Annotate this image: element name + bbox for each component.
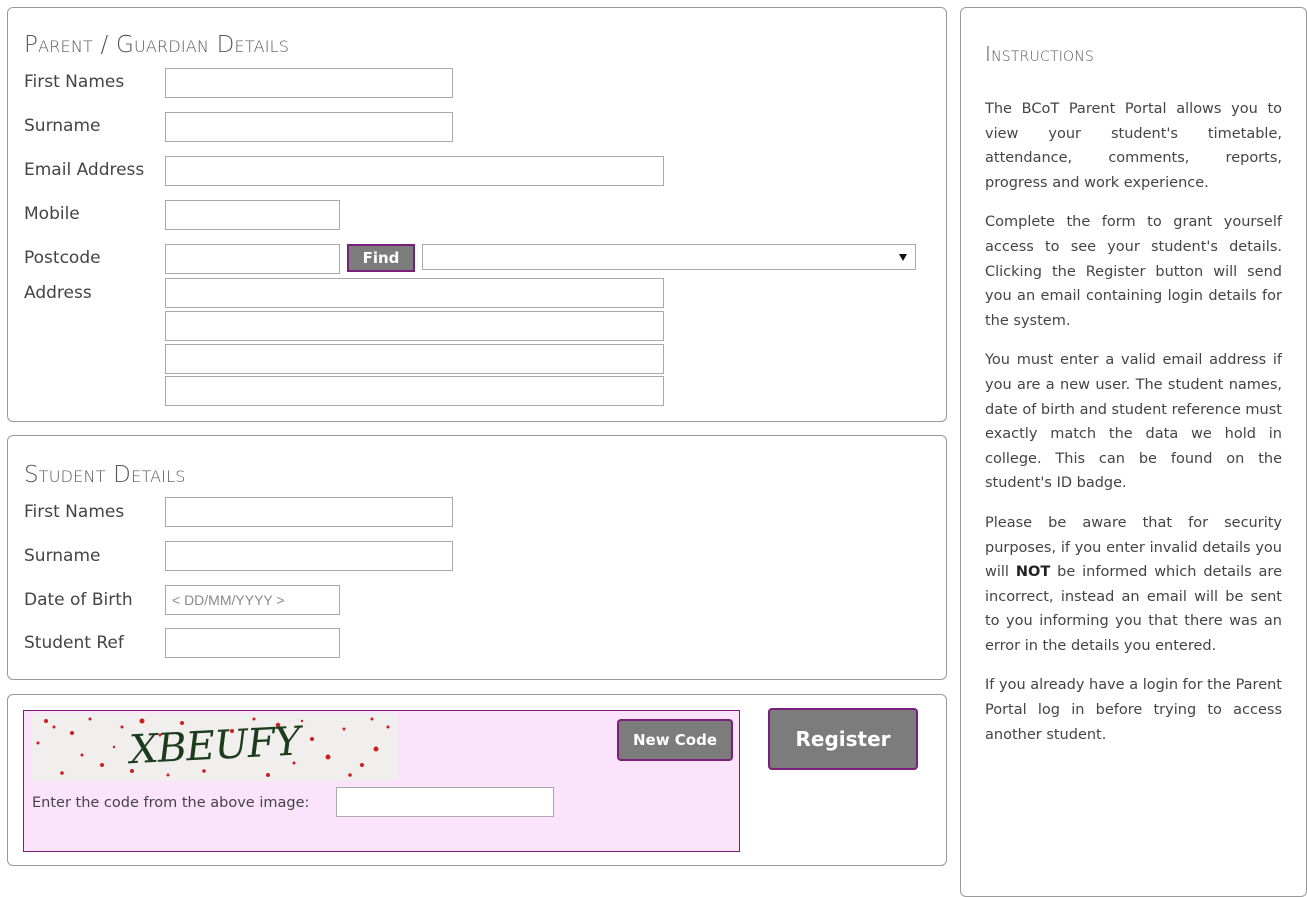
address-line-1-input[interactable] [165, 278, 664, 308]
captcha-prompt: Enter the code from the above image: [32, 795, 310, 811]
student-first-names-label: First Names [24, 502, 125, 522]
parent-details-panel: Parent / Guardian Details First Names Su… [7, 7, 947, 422]
address-line-2-input[interactable] [165, 311, 664, 341]
student-first-names-input[interactable] [165, 497, 453, 527]
captcha-box: XBEUFY New Code Enter the code from the … [23, 710, 740, 852]
captcha-panel: XBEUFY New Code Enter the code from the … [7, 694, 947, 866]
student-ref-input[interactable] [165, 628, 340, 658]
instructions-paragraph: If you already have a login for the Pare… [985, 677, 1282, 743]
parent-mobile-input[interactable] [165, 200, 340, 230]
address-line-3-input[interactable] [165, 344, 664, 374]
instructions-paragraph: You must enter a valid email address if … [985, 352, 1282, 492]
parent-surname-label: Surname [24, 116, 101, 136]
student-details-panel: Student Details First Names Surname Date… [7, 435, 947, 680]
instructions-paragraph: The BCoT Parent Portal allows you to vie… [985, 101, 1282, 191]
instructions-paragraph: Complete the form to grant yourself acce… [985, 214, 1282, 329]
instructions-not-emphasis: NOT [1015, 564, 1051, 581]
parent-surname-input[interactable] [165, 112, 453, 142]
student-dob-input[interactable] [165, 585, 340, 615]
register-button[interactable]: Register [768, 708, 918, 770]
student-surname-label: Surname [24, 546, 101, 566]
instructions-paragraph: Please be aware that for security purpos… [985, 511, 1282, 659]
student-details-heading: Student Details [24, 462, 186, 488]
instructions-text: The BCoT Parent Portal allows you to vie… [985, 97, 1282, 762]
address-select[interactable] [422, 244, 916, 270]
instructions-panel: Instructions The BCoT Parent Portal allo… [960, 7, 1307, 897]
parent-postcode-label: Postcode [24, 248, 101, 268]
parent-email-input[interactable] [165, 156, 664, 186]
find-address-button[interactable]: Find [347, 244, 415, 272]
captcha-input[interactable] [336, 787, 554, 817]
parent-mobile-label: Mobile [24, 204, 80, 224]
parent-postcode-input[interactable] [165, 244, 340, 274]
chevron-down-icon [899, 254, 907, 261]
captcha-text: XBEUFY [126, 718, 303, 774]
captcha-image: XBEUFY [32, 713, 398, 781]
parent-details-heading: Parent / Guardian Details [24, 32, 290, 58]
parent-first-names-label: First Names [24, 72, 125, 92]
new-code-button[interactable]: New Code [617, 719, 733, 761]
address-line-4-input[interactable] [165, 376, 664, 406]
parent-address-label: Address [24, 283, 92, 303]
parent-first-names-input[interactable] [165, 68, 453, 98]
parent-email-label: Email Address [24, 160, 145, 180]
student-surname-input[interactable] [165, 541, 453, 571]
student-ref-label: Student Ref [24, 633, 124, 653]
student-dob-label: Date of Birth [24, 590, 133, 610]
instructions-heading: Instructions [985, 42, 1095, 66]
